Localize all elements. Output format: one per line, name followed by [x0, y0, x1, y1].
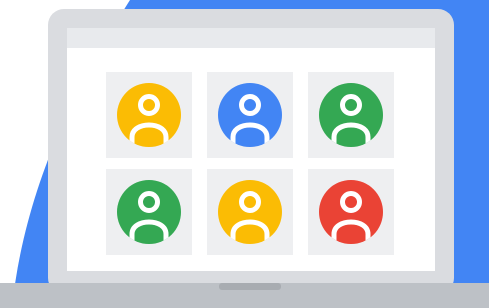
participant-tile [308, 169, 394, 255]
participant-tile [308, 72, 394, 158]
participant-tile [207, 72, 293, 158]
participant-tile [106, 169, 192, 255]
hinge-notch [219, 283, 281, 290]
illustration [0, 0, 489, 308]
participant-tile [207, 169, 293, 255]
participant-tile [106, 72, 192, 158]
laptop-illustration [0, 0, 489, 308]
